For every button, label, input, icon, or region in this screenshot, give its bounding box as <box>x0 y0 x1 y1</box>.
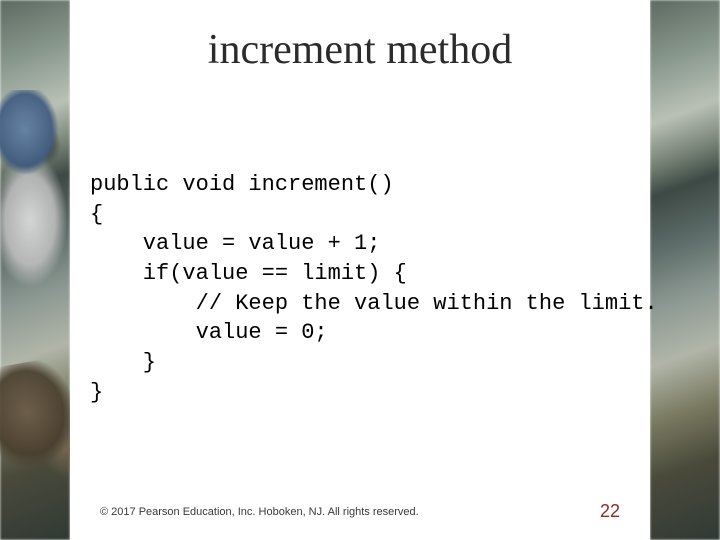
page-number: 22 <box>600 501 620 522</box>
content-area: increment method public void increment()… <box>70 0 650 540</box>
copyright-text: © 2017 Pearson Education, Inc. Hoboken, … <box>100 506 419 518</box>
slide: increment method public void increment()… <box>0 0 720 540</box>
code-block: public void increment() { value = value … <box>90 170 640 408</box>
slide-title: increment method <box>70 26 650 74</box>
background-strip-right <box>650 0 720 540</box>
